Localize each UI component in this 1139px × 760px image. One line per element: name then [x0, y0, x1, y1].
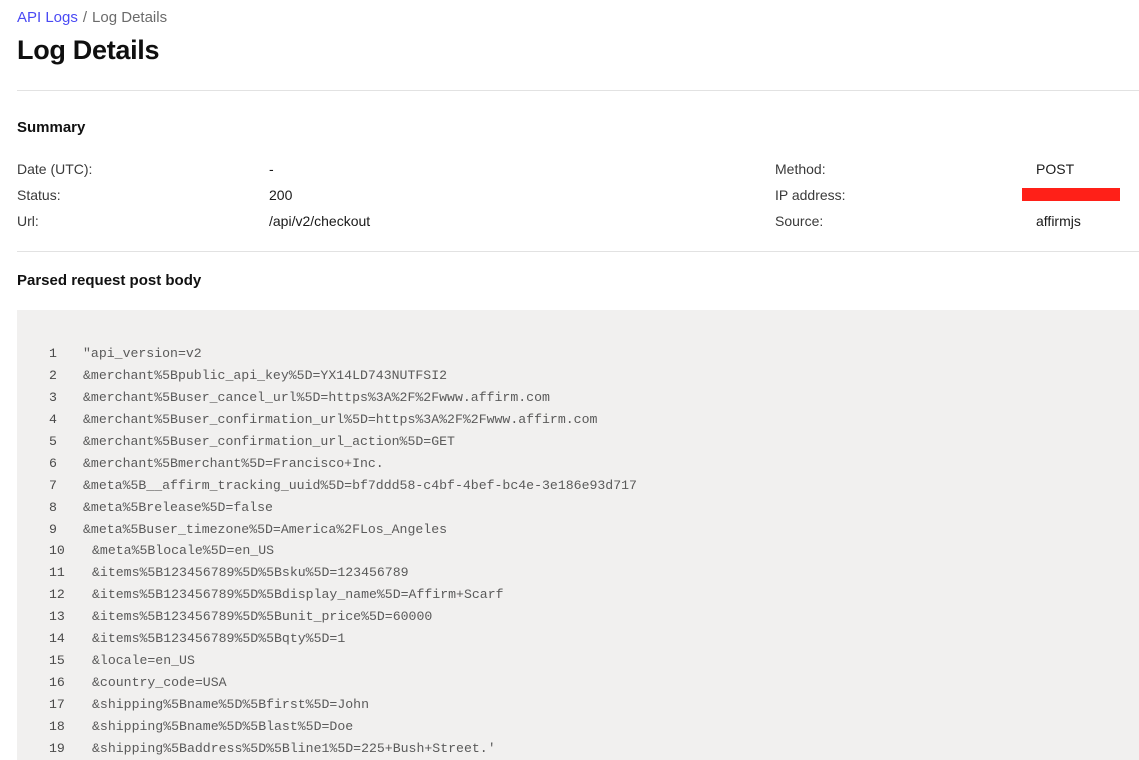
ip-address-redacted [1022, 188, 1120, 201]
code-line: 18&shipping%5Bname%5D%5Blast%5D=Doe [17, 716, 1139, 738]
date-value: - [269, 160, 274, 178]
code-line: 7&meta%5B__affirm_tracking_uuid%5D=bf7dd… [17, 475, 1139, 497]
code-line: 13&items%5B123456789%5D%5Bunit_price%5D=… [17, 606, 1139, 628]
line-text: &merchant%5Bmerchant%5D=Francisco+Inc. [83, 453, 384, 475]
line-text: &merchant%5Bpublic_api_key%5D=YX14LD743N… [83, 365, 447, 387]
date-label: Date (UTC): [17, 160, 92, 178]
page-title: Log Details [17, 32, 159, 68]
line-text: &country_code=USA [92, 672, 227, 694]
method-value: POST [1036, 160, 1074, 178]
line-number: 8 [49, 497, 79, 519]
breadcrumb-separator: / [83, 9, 87, 26]
line-text: &meta%5B__affirm_tracking_uuid%5D=bf7ddd… [83, 475, 637, 497]
line-number: 15 [49, 650, 79, 672]
line-text: &meta%5Brelease%5D=false [83, 497, 273, 519]
code-line: 8&meta%5Brelease%5D=false [17, 497, 1139, 519]
ip-address-label: IP address: [775, 186, 846, 204]
code-line: 16&country_code=USA [17, 672, 1139, 694]
code-line: 11&items%5B123456789%5D%5Bsku%5D=1234567… [17, 562, 1139, 584]
line-text: &items%5B123456789%5D%5Bdisplay_name%5D=… [92, 584, 504, 606]
line-text: &locale=en_US [92, 650, 195, 672]
code-line: 9&meta%5Buser_timezone%5D=America%2FLos_… [17, 519, 1139, 541]
log-details-page: API Logs / Log Details Log Details Summary… [0, 0, 1139, 760]
code-line: 19&shipping%5Baddress%5D%5Bline1%5D=225+… [17, 738, 1139, 760]
source-value: affirmjs [1036, 212, 1081, 230]
line-text: &items%5B123456789%5D%5Bqty%5D=1 [92, 628, 345, 650]
line-number: 6 [49, 453, 79, 475]
request-body-code-block[interactable]: 1"api_version=v22&merchant%5Bpublic_api_… [17, 310, 1139, 760]
line-number: 10 [49, 540, 79, 562]
line-text: &shipping%5Bname%5D%5Blast%5D=Doe [92, 716, 353, 738]
line-number: 17 [49, 694, 79, 716]
line-number: 11 [49, 562, 79, 584]
line-text: "api_version=v2 [83, 343, 202, 365]
line-number: 1 [49, 343, 79, 365]
status-value: 200 [269, 186, 292, 204]
line-number: 14 [49, 628, 79, 650]
line-number: 16 [49, 672, 79, 694]
line-number: 9 [49, 519, 79, 541]
line-text: &items%5B123456789%5D%5Bsku%5D=123456789 [92, 562, 409, 584]
line-number: 13 [49, 606, 79, 628]
breadcrumb-current: Log Details [92, 9, 167, 26]
code-line: 10&meta%5Blocale%5D=en_US [17, 540, 1139, 562]
breadcrumb-link-api-logs[interactable]: API Logs [17, 9, 78, 26]
line-text: &shipping%5Bname%5D%5Bfirst%5D=John [92, 694, 369, 716]
code-line: 14&items%5B123456789%5D%5Bqty%5D=1 [17, 628, 1139, 650]
line-text: &merchant%5Buser_confirmation_url%5D=htt… [83, 409, 597, 431]
line-text: &shipping%5Baddress%5D%5Bline1%5D=225+Bu… [92, 738, 496, 760]
line-text: &items%5B123456789%5D%5Bunit_price%5D=60… [92, 606, 432, 628]
code-line: 12&items%5B123456789%5D%5Bdisplay_name%5… [17, 584, 1139, 606]
url-value: /api/v2/checkout [269, 212, 370, 230]
line-number: 7 [49, 475, 79, 497]
line-text: &meta%5Blocale%5D=en_US [92, 540, 274, 562]
request-body-title: Parsed request post body [17, 271, 201, 291]
source-label: Source: [775, 212, 823, 230]
code-line: 4&merchant%5Buser_confirmation_url%5D=ht… [17, 409, 1139, 431]
code-line: 2&merchant%5Bpublic_api_key%5D=YX14LD743… [17, 365, 1139, 387]
header-divider [17, 90, 1139, 91]
code-line: 15&locale=en_US [17, 650, 1139, 672]
line-number: 5 [49, 431, 79, 453]
code-line: 1"api_version=v2 [17, 343, 1139, 365]
line-text: &merchant%5Buser_cancel_url%5D=https%3A%… [83, 387, 550, 409]
line-number: 4 [49, 409, 79, 431]
status-label: Status: [17, 186, 61, 204]
line-number: 2 [49, 365, 79, 387]
line-number: 3 [49, 387, 79, 409]
code-line: 17&shipping%5Bname%5D%5Bfirst%5D=John [17, 694, 1139, 716]
summary-title: Summary [17, 118, 85, 138]
code-line: 3&merchant%5Buser_cancel_url%5D=https%3A… [17, 387, 1139, 409]
method-label: Method: [775, 160, 826, 178]
summary-divider [17, 251, 1139, 252]
url-label: Url: [17, 212, 39, 230]
line-number: 18 [49, 716, 79, 738]
line-number: 19 [49, 738, 79, 760]
line-text: &meta%5Buser_timezone%5D=America%2FLos_A… [83, 519, 447, 541]
line-text: &merchant%5Buser_confirmation_url_action… [83, 431, 455, 453]
code-line: 6&merchant%5Bmerchant%5D=Francisco+Inc. [17, 453, 1139, 475]
line-number: 12 [49, 584, 79, 606]
breadcrumb: API Logs / Log Details [17, 8, 167, 28]
code-lines: 1"api_version=v22&merchant%5Bpublic_api_… [17, 343, 1139, 760]
code-line: 5&merchant%5Buser_confirmation_url_actio… [17, 431, 1139, 453]
